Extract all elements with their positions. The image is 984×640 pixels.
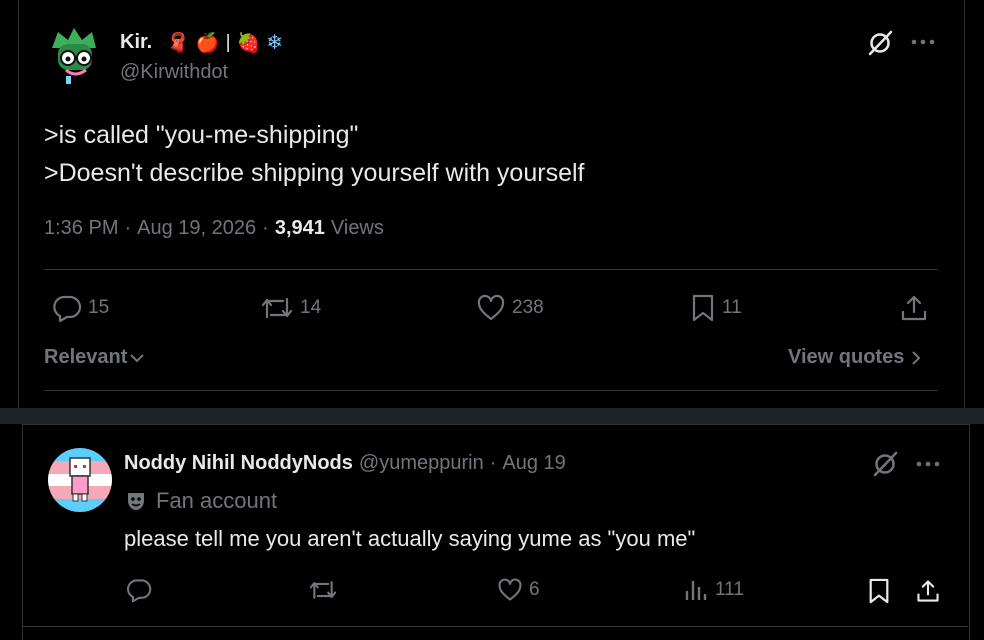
name-emoji-separator: | [225, 31, 231, 53]
repost-count: 14 [300, 297, 322, 318]
reply-share-icon[interactable] [915, 577, 941, 605]
reply-text: please tell me you aren't actually sayin… [124, 526, 696, 551]
view-quotes-label: View quotes [788, 346, 905, 368]
chevron-down-icon [129, 350, 145, 366]
author-name-row[interactable]: Kir. 🧣 🍎 | 🍓 ❄ [120, 30, 283, 55]
reply-views-button[interactable]: 111 [683, 577, 744, 603]
name-emoji-apple: 🍎 [195, 32, 220, 54]
author-avatar[interactable] [44, 26, 104, 86]
fan-mask-icon [124, 489, 148, 513]
reply-button[interactable]: 15 [52, 293, 109, 323]
reply-like-count: 6 [529, 579, 540, 600]
reply-grok-icon[interactable] [871, 450, 899, 478]
thread-separator [0, 408, 984, 424]
like-count: 238 [512, 297, 544, 318]
author-handle[interactable]: @Kirwithdot [120, 61, 228, 84]
views-icon [683, 577, 709, 603]
post-text-line-1: >is called "you-me-shipping" [44, 121, 359, 149]
share-icon[interactable] [899, 293, 929, 323]
reply-reply-button[interactable] [126, 577, 152, 603]
reply-views-count: 111 [715, 579, 744, 600]
like-button[interactable]: 238 [476, 293, 544, 323]
reply-like-button[interactable]: 6 [497, 577, 540, 603]
post-date[interactable]: Aug 19, 2026 [137, 217, 256, 240]
reply-like-icon [497, 577, 523, 603]
chevron-right-icon [910, 350, 922, 366]
sort-label: Relevant [44, 346, 128, 368]
more-icon[interactable] [910, 37, 936, 47]
reply-avatar[interactable] [48, 448, 112, 512]
views-label: Views [330, 217, 384, 239]
reply-bottom-divider [22, 626, 968, 627]
post-time[interactable]: 1:36 PM [44, 217, 118, 240]
post-meta: 1:36 PM · Aug 19, 2026 · 3,941 Views [44, 217, 384, 240]
meta-divider [44, 269, 938, 270]
sort-selector[interactable]: Relevant [44, 346, 145, 369]
fan-account-label: Fan account [124, 488, 277, 514]
reply-reply-icon [126, 577, 152, 603]
repost-icon [260, 293, 294, 323]
reply-bookmark-icon[interactable] [867, 577, 891, 605]
reply-icon [52, 293, 82, 323]
bookmark-icon [690, 293, 716, 323]
author-display-name[interactable]: Kir. [120, 31, 152, 54]
reply-date[interactable]: Aug 19 [502, 452, 565, 475]
reply-repost-icon [308, 577, 338, 603]
reply-display-name[interactable]: Noddy Nihil NoddyNods [124, 452, 353, 475]
bookmark-button[interactable]: 11 [690, 293, 742, 323]
grok-icon[interactable] [866, 29, 894, 57]
name-emoji-snowflake: ❄ [266, 32, 283, 54]
fan-account-text: Fan account [156, 488, 278, 513]
name-emoji-strawberry: 🍓 [236, 32, 261, 54]
bookmark-count: 11 [722, 297, 742, 318]
section-divider [44, 390, 938, 391]
like-icon [476, 293, 506, 323]
reply-handle[interactable]: @yumeppurin [359, 452, 484, 475]
reply-more-icon[interactable] [915, 459, 941, 469]
view-quotes-link[interactable]: View quotes [788, 346, 922, 369]
reply-header: Noddy Nihil NoddyNods @yumeppurin · Aug … [124, 452, 566, 475]
post-text-line-2: >Doesn't describe shipping yourself with… [44, 159, 585, 187]
name-emoji-scarf: 🧣 [166, 32, 190, 54]
reply-count: 15 [88, 297, 110, 318]
reply-repost-button[interactable] [308, 577, 338, 603]
views-count: 3,941 [274, 217, 325, 239]
post-text: >is called "you-me-shipping" >Doesn't de… [44, 116, 584, 192]
repost-button[interactable]: 14 [260, 293, 321, 323]
